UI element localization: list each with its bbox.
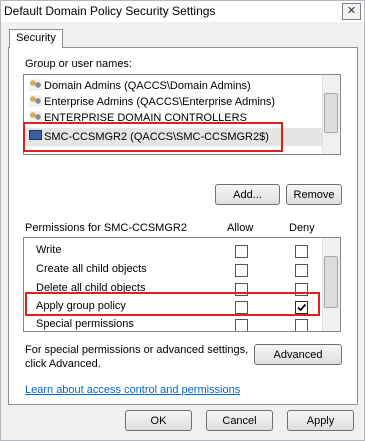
close-button[interactable]: ✕ <box>342 3 361 20</box>
group-icon <box>29 79 42 91</box>
group-names-label: Group or user names: <box>25 58 132 70</box>
cancel-button[interactable]: Cancel <box>206 410 273 431</box>
highlight-box-apply-group-policy <box>25 292 320 316</box>
permissions-heading: Permissions for SMC-CCSMGR2 <box>25 222 187 234</box>
highlight-box-selected-group <box>23 122 283 152</box>
tab-security[interactable]: Security <box>9 29 63 48</box>
allow-special-permissions-checkbox[interactable] <box>235 319 248 331</box>
permission-label: Special permissions <box>36 318 134 330</box>
window-title: Default Domain Policy Security Settings <box>4 4 216 18</box>
apply-button[interactable]: Apply <box>287 410 354 431</box>
advanced-hint-line1: For special permissions or advanced sett… <box>25 344 249 356</box>
group-icon <box>29 95 42 107</box>
deny-create-child-checkbox[interactable] <box>295 264 308 277</box>
advanced-button[interactable]: Advanced <box>254 344 342 365</box>
scrollbar-thumb[interactable] <box>324 256 338 308</box>
permissions-scrollbar[interactable] <box>322 238 340 331</box>
list-item[interactable]: Domain Admins (QACCS\Domain Admins) <box>29 78 251 94</box>
deny-column-header: Deny <box>289 222 315 234</box>
add-button[interactable]: Add... <box>215 184 280 205</box>
security-tab-panel: Group or user names: Domain Admins (QACC… <box>8 47 358 405</box>
allow-write-checkbox[interactable] <box>235 245 248 258</box>
scrollbar-thumb[interactable] <box>324 93 338 133</box>
learn-more-link[interactable]: Learn about access control and permissio… <box>25 384 240 396</box>
allow-create-child-checkbox[interactable] <box>235 264 248 277</box>
advanced-hint-line2: click Advanced. <box>25 358 101 370</box>
group-list-scrollbar[interactable] <box>322 75 340 154</box>
deny-special-permissions-checkbox[interactable] <box>295 319 308 331</box>
permissions-list[interactable]: Write Create all child objects Delete al… <box>23 237 341 332</box>
permission-label: Create all child objects <box>36 263 147 275</box>
remove-button[interactable]: Remove <box>286 184 342 205</box>
deny-write-checkbox[interactable] <box>295 245 308 258</box>
list-item[interactable]: Enterprise Admins (QACCS\Enterprise Admi… <box>29 94 275 110</box>
ok-button[interactable]: OK <box>125 410 192 431</box>
allow-column-header: Allow <box>227 222 254 234</box>
security-settings-dialog: Default Domain Policy Security Settings … <box>0 0 365 441</box>
permission-label: Write <box>36 244 62 256</box>
title-bar: Default Domain Policy Security Settings … <box>1 1 364 22</box>
